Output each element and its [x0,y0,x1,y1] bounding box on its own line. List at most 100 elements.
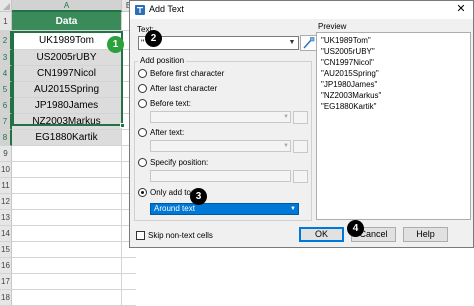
ok-button[interactable]: OK [299,227,344,242]
row-header[interactable]: 17 [0,274,12,290]
empty-cell[interactable] [12,242,122,258]
preview-list: "UK1989Tom" "US2005rUBY" "CN1997Nicol" "… [316,32,471,220]
empty-cell[interactable] [12,146,122,162]
preview-item: "AU2015Spring" [321,69,379,78]
option-specify-position[interactable]: Specify position: [138,157,208,168]
row-header[interactable]: 2 [0,31,12,50]
option-before-text-label: Before text: [150,99,191,108]
row-header[interactable]: 18 [0,290,12,306]
specify-position-picker-button [293,170,308,183]
skip-non-text-option[interactable]: Skip non-text cells [136,231,213,240]
fill-handle[interactable] [120,123,125,128]
option-before-first[interactable]: Before first character [138,68,224,79]
empty-cell[interactable] [122,258,136,274]
empty-cell[interactable] [12,210,122,226]
chevron-down-icon[interactable]: ▼ [286,37,298,49]
skip-non-text-checkbox[interactable] [136,231,145,240]
row-header[interactable]: 6 [0,98,12,114]
step-badge-2: 2 [145,30,162,47]
preview-label: Preview [318,22,347,31]
empty-cell[interactable] [12,290,122,306]
data-cell[interactable]: US2005rUBY [12,50,122,66]
data-cell[interactable]: JP1980James [12,98,122,114]
row-header[interactable]: 16 [0,258,12,274]
option-before-first-label: Before first character [150,69,225,78]
preview-item: "UK1989Tom" [321,36,371,45]
preview-item: "NZ2003Markus" [321,91,382,100]
after-text-picker-button [293,140,308,153]
option-before-text[interactable]: Before text: [138,98,191,109]
option-only-add-to-label: Only add to: [150,188,194,197]
row-header[interactable]: 1 [0,12,12,31]
option-only-add-to[interactable]: Only add to: [138,187,193,198]
option-after-last-label: After last character [150,84,218,93]
select-all-corner[interactable] [0,0,12,12]
row-header[interactable]: 10 [0,162,12,178]
preview-item: "JP1980James" [321,80,378,89]
option-specify-position-label: Specify position: [150,158,209,167]
add-text-dialog: Add Text ✕ Text: " ▼ Add position Before… [129,0,474,248]
radio-before-first[interactable] [138,69,147,78]
empty-cell[interactable] [12,178,122,194]
option-after-text[interactable]: After text: [138,127,184,138]
row-header[interactable]: 13 [0,210,12,226]
empty-cell[interactable] [12,162,122,178]
radio-after-last[interactable] [138,84,147,93]
text-input[interactable]: " ▼ [138,36,299,50]
dialog-title: Add Text [149,4,184,14]
header-cell[interactable]: Data [12,12,122,31]
preview-item: "US2005rUBY" [321,47,375,56]
preview-item: "EG1880Kartik" [321,102,377,111]
text-input-value: " [141,38,145,48]
row-header[interactable]: 3 [0,50,12,66]
close-icon: ✕ [456,3,466,15]
column-header-a[interactable]: A [12,0,122,12]
row-header[interactable]: 5 [0,82,12,98]
chevron-down-icon[interactable]: ▼ [290,204,296,214]
help-button[interactable]: Help [403,227,448,242]
range-select-button[interactable] [300,35,317,51]
data-cell[interactable]: CN1997Nicol [12,66,122,82]
empty-cell[interactable] [122,274,136,290]
data-cell[interactable]: EG1880Kartik [12,130,122,146]
row-header[interactable]: 11 [0,178,12,194]
after-text-field: ▼ [150,140,291,152]
kutools-icon [135,5,145,15]
row-header[interactable]: 14 [0,226,12,242]
empty-cell[interactable] [12,194,122,210]
chevron-down-icon: ▼ [283,143,289,149]
before-text-picker-button [293,111,308,124]
step-badge-4: 4 [347,220,364,237]
row-header[interactable]: 8 [0,130,12,146]
close-button[interactable]: ✕ [453,2,469,17]
skip-non-text-label: Skip non-text cells [148,231,213,240]
specify-position-field [150,170,291,182]
row-header[interactable]: 12 [0,194,12,210]
empty-cell[interactable] [12,226,122,242]
data-cell[interactable]: AU2015Spring [12,82,122,98]
before-text-field: ▼ [150,111,291,123]
only-add-to-value: Around text [154,204,195,213]
chevron-down-icon: ▼ [283,114,289,120]
add-position-label: Add position [138,56,187,65]
row-header[interactable]: 7 [0,114,12,130]
active-cell[interactable]: UK1989Tom [12,31,122,50]
empty-cell[interactable] [12,274,122,290]
empty-cell[interactable] [122,290,136,306]
row-header[interactable]: 4 [0,66,12,82]
option-after-last[interactable]: After last character [138,83,217,94]
empty-cell[interactable] [12,258,122,274]
radio-only-add-to[interactable] [138,188,147,197]
radio-specify-position[interactable] [138,158,147,167]
radio-after-text[interactable] [138,128,147,137]
select-all-triangle-icon [3,3,10,10]
dialog-titlebar: Add Text ✕ [130,1,473,19]
option-after-text-label: After text: [150,128,185,137]
data-cell[interactable]: NZ2003Markus [12,114,122,130]
only-add-to-select[interactable]: Around text ▼ [150,203,299,215]
row-header[interactable]: 9 [0,146,12,162]
step-badge-3: 3 [190,188,207,205]
radio-before-text[interactable] [138,99,147,108]
range-select-icon [303,37,315,49]
row-header[interactable]: 15 [0,242,12,258]
